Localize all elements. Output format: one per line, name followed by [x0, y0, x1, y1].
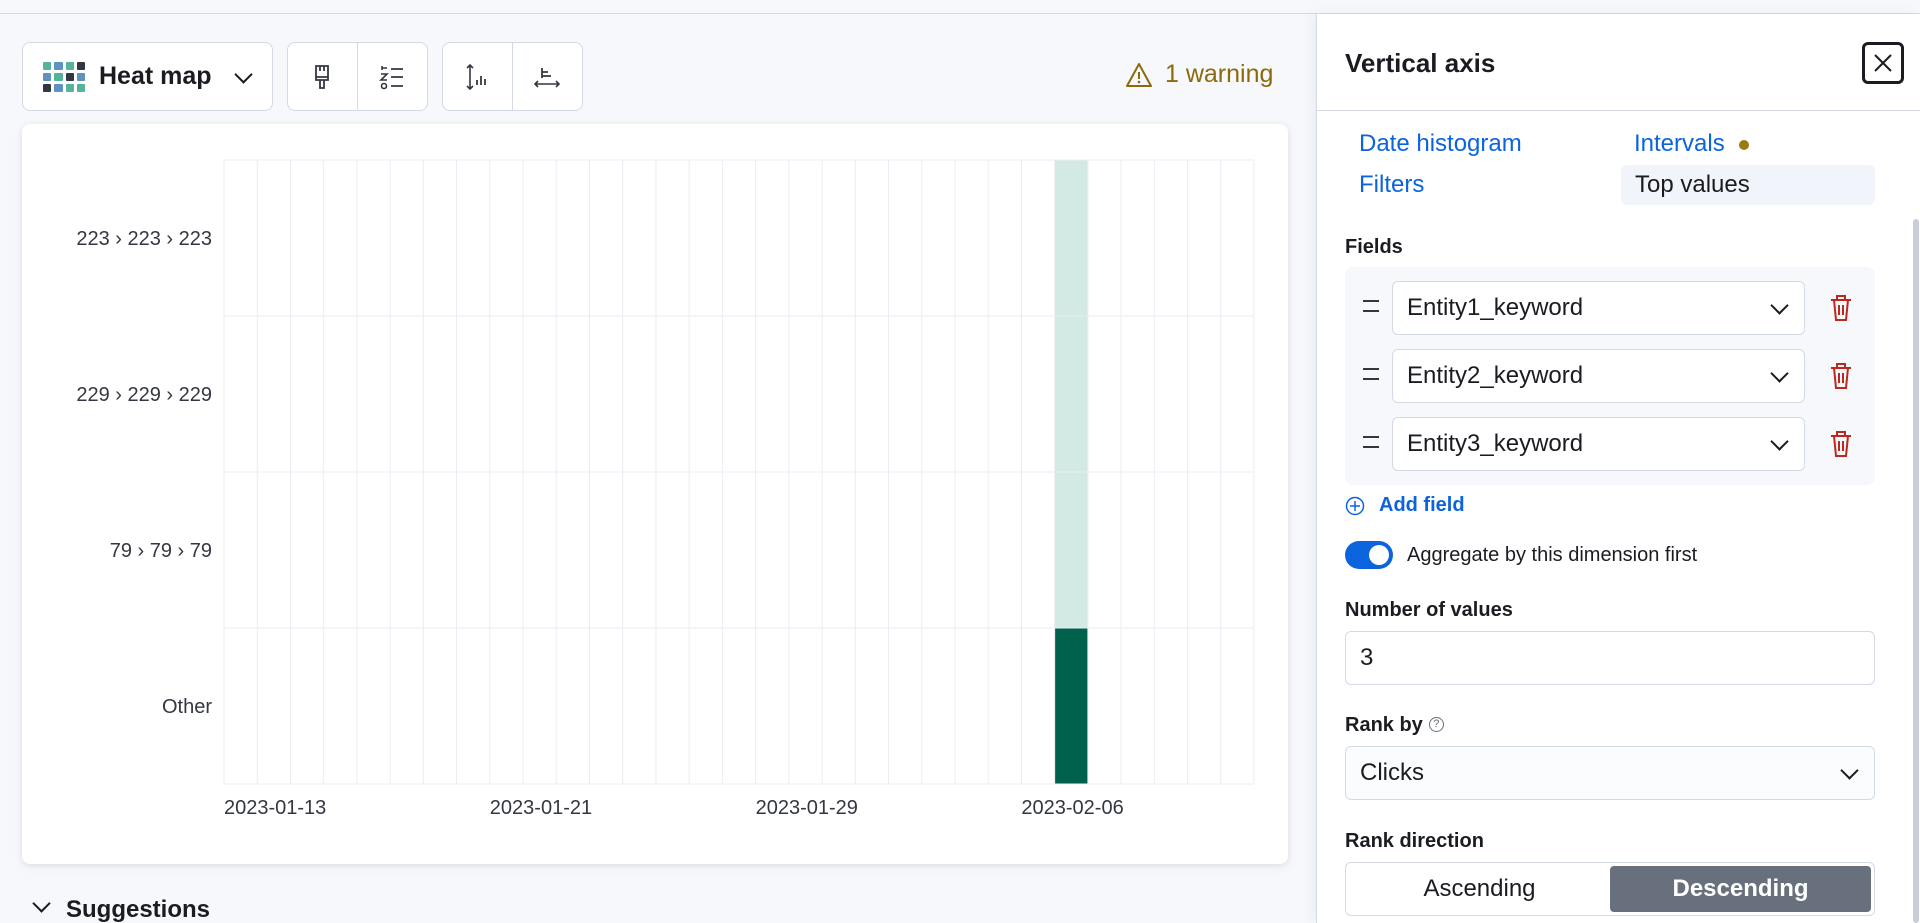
plus-circle-icon [1345, 496, 1365, 515]
fields-list: Entity1_keyword Entity2_keyword Entity3_… [1345, 267, 1875, 485]
heatmap-cell [1054, 472, 1088, 628]
flyout-header: Vertical axis [1317, 14, 1920, 111]
suggestions-toggle[interactable]: Suggestions [30, 896, 210, 923]
field-select-value: Entity3_keyword [1407, 430, 1584, 457]
fields-label: Fields [1345, 236, 1403, 258]
rank-by-value: Clicks [1360, 759, 1424, 786]
drag-handle-icon[interactable] [1363, 436, 1379, 448]
aggregate-first-label: Aggregate by this dimension first [1407, 543, 1698, 566]
y-axis-label: 223 › 223 › 223 [76, 228, 212, 250]
y-axis-label: 79 › 79 › 79 [110, 540, 212, 562]
suggestions-label: Suggestions [66, 896, 211, 923]
trash-icon[interactable] [1827, 429, 1855, 459]
horizontal-axis-icon [534, 67, 561, 88]
warning-icon [1126, 62, 1152, 87]
chevron-down-icon [1838, 762, 1860, 784]
number-of-values-input[interactable]: 3 [1345, 631, 1875, 685]
warning-dot-icon [1738, 139, 1749, 150]
x-axis-label: 2023-01-21 [490, 797, 592, 819]
chevron-down-icon [232, 66, 254, 88]
function-intervals[interactable]: Intervals [1634, 130, 1749, 158]
rank-by-select[interactable]: Clicks [1345, 746, 1875, 800]
heatmap-cell [1054, 160, 1088, 316]
aggregate-first-switch[interactable] [1345, 541, 1393, 569]
field-row: Entity2_keyword [1345, 349, 1875, 403]
chevron-down-icon [1768, 365, 1790, 387]
add-field-button[interactable]: Add field [1345, 494, 1465, 517]
function-top-values[interactable]: Top values [1621, 165, 1875, 205]
y-axis-label: 229 › 229 › 229 [76, 384, 212, 406]
rank-direction-group: Ascending Descending [1345, 862, 1875, 916]
x-axis-label: 2023-01-13 [224, 797, 326, 819]
function-filters[interactable]: Filters [1359, 171, 1424, 199]
heatmap-chart: 223 › 223 › 223 229 › 229 › 229 79 › 79 › … [76, 159, 1255, 819]
number-of-values-value: 3 [1360, 644, 1374, 671]
chevron-down-icon [1768, 433, 1790, 455]
bottom-axis-button[interactable] [513, 43, 583, 110]
drag-handle-icon[interactable] [1363, 368, 1379, 380]
function-date-histogram[interactable]: Date histogram [1359, 130, 1522, 158]
x-axis-label: 2023-01-29 [756, 797, 858, 819]
x-axis-label: 2023-02-06 [1021, 797, 1123, 819]
heatmap-icon [43, 61, 85, 92]
chevron-down-icon [30, 895, 52, 917]
field-select-value: Entity1_keyword [1407, 294, 1584, 321]
chart-panel: 223 › 223 › 223 229 › 229 › 229 79 › 79 › … [22, 124, 1288, 864]
field-row: Entity3_keyword [1345, 417, 1875, 471]
flyout-scrollbar[interactable] [1913, 219, 1919, 923]
dimension-editor-flyout: Vertical axis Date histogram Intervals F… [1316, 14, 1920, 923]
top-header-border [0, 0, 1920, 14]
left-axis-button[interactable] [443, 43, 513, 110]
trash-icon[interactable] [1827, 293, 1855, 323]
warning-button[interactable]: 1 warning [1125, 60, 1273, 89]
paintbrush-icon [315, 64, 330, 89]
close-icon [1874, 54, 1892, 72]
vertical-axis-icon [466, 63, 487, 90]
aggregate-first-row: Aggregate by this dimension first [1345, 541, 1697, 569]
function-intervals-label: Intervals [1634, 130, 1725, 157]
visual-options-button[interactable] [288, 43, 358, 110]
drag-handle-icon[interactable] [1363, 300, 1379, 312]
rank-by-label-row: Rank by? [1345, 714, 1444, 737]
flyout-title: Vertical axis [1345, 48, 1496, 78]
appearance-button-group [287, 42, 428, 111]
number-of-values-label: Number of values [1345, 599, 1513, 621]
heatmap-cell [1054, 316, 1088, 472]
chevron-down-icon [1768, 297, 1790, 319]
help-icon[interactable]: ? [1428, 717, 1444, 732]
warning-label: 1 warning [1165, 60, 1274, 88]
field-select[interactable]: Entity3_keyword [1392, 417, 1805, 471]
axis-button-group [442, 42, 583, 111]
field-select-value: Entity2_keyword [1407, 362, 1584, 389]
add-field-label: Add field [1379, 494, 1465, 516]
rank-direction-label: Rank direction [1345, 830, 1484, 852]
rank-ascending-button[interactable]: Ascending [1349, 866, 1610, 912]
rank-by-label: Rank by [1345, 714, 1423, 736]
rank-descending-button[interactable]: Descending [1610, 866, 1871, 912]
field-select[interactable]: Entity1_keyword [1392, 281, 1805, 335]
chart-type-switcher[interactable]: Heat map [22, 42, 273, 111]
trash-icon[interactable] [1827, 361, 1855, 391]
field-select[interactable]: Entity2_keyword [1392, 349, 1805, 403]
close-button[interactable] [1862, 42, 1904, 84]
y-axis-label: Other [162, 696, 212, 718]
list-icon [379, 65, 404, 89]
heatmap-cell [1054, 628, 1088, 784]
field-row: Entity1_keyword [1345, 281, 1875, 335]
chart-type-label: Heat map [99, 62, 212, 90]
legend-button[interactable] [358, 43, 428, 110]
